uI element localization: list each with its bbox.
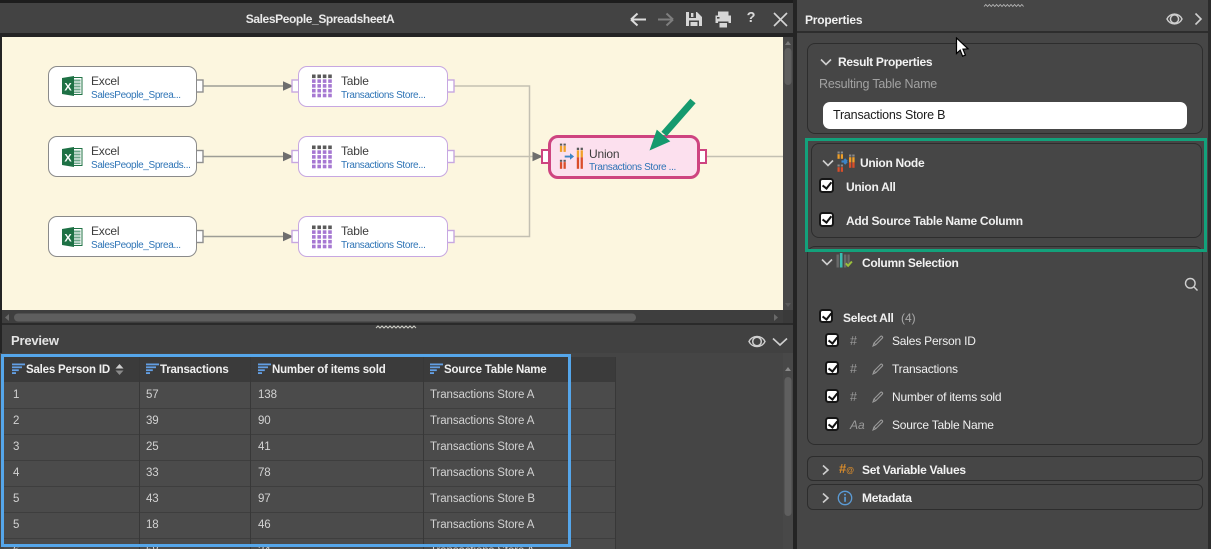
svg-text:X: X (64, 232, 72, 244)
svg-text:X: X (64, 152, 72, 164)
svg-text:X: X (64, 82, 72, 94)
